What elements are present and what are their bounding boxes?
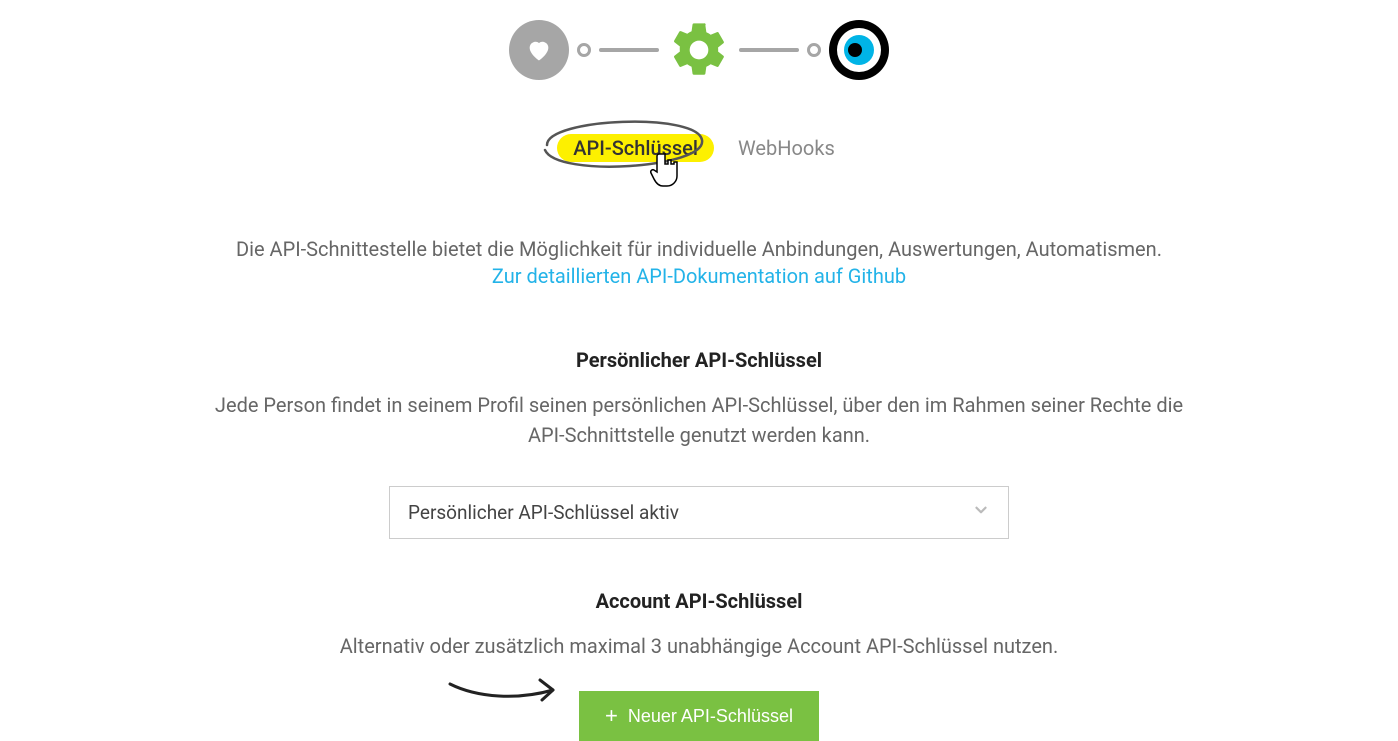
gear-step-icon xyxy=(667,18,731,82)
account-api-title: Account API-Schlüssel xyxy=(596,589,803,613)
tab-api-key[interactable]: API-Schlüssel xyxy=(557,134,714,162)
tab-webhooks[interactable]: WebHooks xyxy=(732,132,841,164)
eye-step-icon xyxy=(829,20,889,80)
personal-api-desc: Jede Person findet in seinem Profil sein… xyxy=(199,390,1199,450)
api-docs-link[interactable]: Zur detaillierten API-Dokumentation auf … xyxy=(492,264,906,288)
plus-icon: + xyxy=(605,705,618,727)
personal-api-select[interactable]: Persönlicher API-Schlüssel aktiv xyxy=(389,486,1009,539)
progress-dot xyxy=(807,43,821,57)
intro-text: Die API-Schnittestelle bietet die Möglic… xyxy=(236,234,1162,264)
account-api-desc: Alternativ oder zusätzlich maximal 3 una… xyxy=(340,631,1059,661)
new-api-key-button[interactable]: + Neuer API-Schlüssel xyxy=(579,691,819,741)
tabs: API-Schlüssel WebHooks xyxy=(557,132,841,164)
button-label: Neuer API-Schlüssel xyxy=(628,706,793,727)
heart-step-icon xyxy=(509,20,569,80)
select-value: Persönlicher API-Schlüssel aktiv xyxy=(408,501,679,524)
personal-api-title: Persönlicher API-Schlüssel xyxy=(576,348,822,372)
progress-line xyxy=(599,48,659,52)
progress-line xyxy=(739,48,799,52)
chevron-down-icon xyxy=(972,501,990,524)
progress-dot xyxy=(577,43,591,57)
progress-steps xyxy=(509,18,889,82)
